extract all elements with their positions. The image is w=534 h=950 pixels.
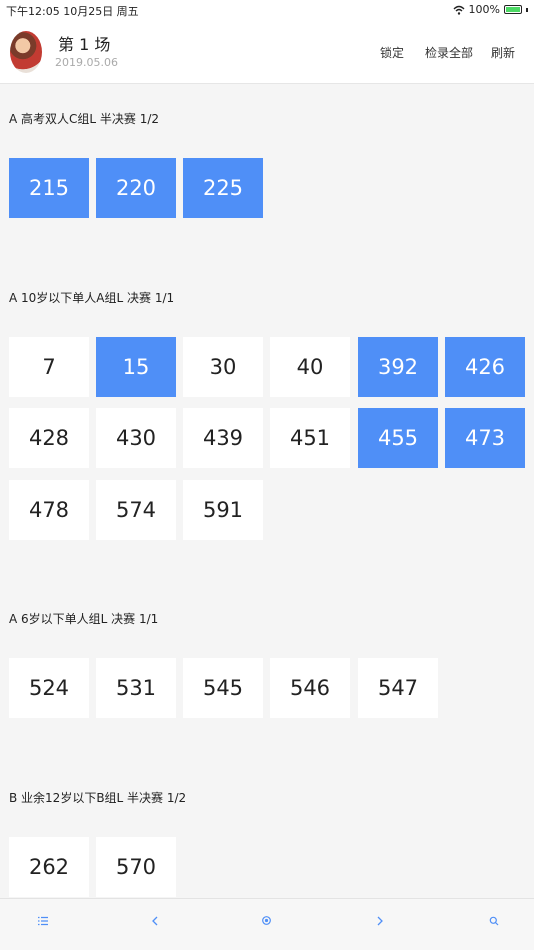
chevron-left-icon[interactable] [151, 915, 159, 930]
header: 第 1 场 2019.05.06 锁定 检录全部 刷新 [0, 20, 534, 84]
bib-tile[interactable]: 439 [183, 408, 263, 468]
bib-tile[interactable]: 547 [358, 658, 438, 718]
bib-tile[interactable]: 531 [96, 658, 176, 718]
group-label-2: A 10岁以下单人A组L 决赛 1/1 [9, 291, 175, 305]
refresh-button[interactable]: 刷新 [491, 44, 515, 61]
bib-tile[interactable]: 570 [96, 837, 176, 897]
group-label-4: B 业余12岁以下B组L 半决赛 1/2 [9, 791, 187, 805]
bib-tile[interactable]: 546 [270, 658, 350, 718]
lock-button[interactable]: 锁定 [380, 44, 404, 61]
list-icon[interactable] [38, 915, 48, 930]
page-date: 2019.05.06 [55, 56, 118, 69]
bib-tile[interactable]: 591 [183, 480, 263, 540]
battery-tip [526, 7, 528, 12]
bib-tile[interactable]: 473 [445, 408, 525, 468]
group-label-3: A 6岁以下单人组L 决赛 1/1 [9, 612, 159, 626]
search-icon[interactable] [489, 915, 499, 930]
locate-icon[interactable] [261, 915, 272, 930]
page-title: 第 1 场 [58, 35, 111, 54]
bib-tile[interactable]: 455 [358, 408, 438, 468]
bib-tile[interactable]: 478 [9, 480, 89, 540]
bib-tile[interactable]: 426 [445, 337, 525, 397]
group-label-1: A 高考双人C组L 半决赛 1/2 [9, 112, 160, 126]
bib-tile[interactable]: 428 [9, 408, 89, 468]
bib-tile[interactable]: 545 [183, 658, 263, 718]
bib-tile[interactable]: 574 [96, 480, 176, 540]
status-time-date: 下午12:05 10月25日 周五 [6, 5, 139, 18]
status-right: 100% [453, 3, 528, 16]
bib-tile[interactable]: 7 [9, 337, 89, 397]
wifi-icon [453, 5, 465, 15]
bib-tile[interactable]: 392 [358, 337, 438, 397]
battery-percent: 100% [468, 3, 500, 16]
bib-tile[interactable]: 524 [9, 658, 89, 718]
bib-tile[interactable]: 451 [270, 408, 350, 468]
bib-tile[interactable]: 15 [96, 337, 176, 397]
battery-icon [504, 5, 522, 14]
bib-tile[interactable]: 30 [183, 337, 263, 397]
status-bar: 下午12:05 10月25日 周五 100% [0, 0, 534, 20]
bib-tile[interactable]: 220 [96, 158, 176, 218]
chevron-right-icon[interactable] [376, 915, 384, 930]
check-all-button[interactable]: 检录全部 [425, 44, 473, 61]
bib-tile[interactable]: 262 [9, 837, 89, 897]
avatar [10, 31, 42, 73]
bottom-toolbar [0, 898, 534, 950]
bib-tile[interactable]: 430 [96, 408, 176, 468]
bib-tile[interactable]: 225 [183, 158, 263, 218]
bib-tile[interactable]: 215 [9, 158, 89, 218]
bib-tile[interactable]: 40 [270, 337, 350, 397]
